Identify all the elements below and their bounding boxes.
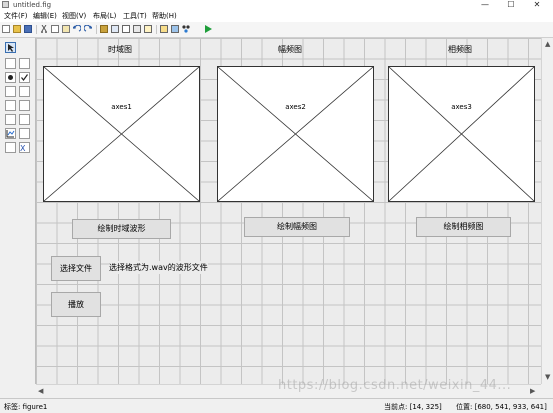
redo-icon[interactable] — [83, 24, 94, 33]
menu-edit[interactable]: 编辑(E) — [33, 11, 57, 21]
activex-tool-icon[interactable]: X — [19, 142, 30, 153]
button-group-tool-icon[interactable] — [5, 142, 16, 153]
menu-bar: 文件(F) 编辑(E) 视图(V) 布局(L) 工具(T) 帮助(H) — [0, 10, 553, 22]
menu-help[interactable]: 帮助(H) — [152, 11, 177, 21]
toolbar — [0, 22, 553, 38]
axes3-cross — [389, 67, 534, 201]
listbox-tool-icon[interactable] — [19, 100, 30, 111]
select-tool-icon[interactable] — [5, 42, 16, 53]
toolbar-separator — [156, 25, 157, 34]
amplitude-title: 幅频图 — [278, 45, 302, 54]
edit-text-tool-icon[interactable] — [5, 86, 16, 97]
popup-menu-tool-icon[interactable] — [5, 100, 16, 111]
axes2-placeholder[interactable]: axes2 — [217, 66, 374, 202]
axes1-tag: axes1 — [111, 103, 132, 111]
watermark-text: https://blog.csdn.net/weixin_44... — [278, 378, 512, 393]
scroll-right-icon[interactable]: ▶ — [530, 387, 535, 395]
editor-icon[interactable] — [144, 25, 152, 33]
phase-title: 相频图 — [448, 45, 472, 54]
scroll-down-icon[interactable]: ▼ — [545, 373, 550, 381]
axes1-cross — [44, 67, 199, 201]
toolbar-editor-icon[interactable] — [133, 25, 141, 33]
open-folder-icon[interactable] — [13, 25, 21, 33]
plot-time-button[interactable]: 绘制时域波形 — [72, 219, 171, 239]
maximize-button[interactable]: ☐ — [498, 0, 524, 10]
new-file-icon[interactable] — [2, 25, 10, 33]
app-icon — [2, 1, 9, 8]
copy-icon[interactable] — [51, 25, 59, 33]
play-button[interactable]: 播放 — [51, 292, 101, 317]
status-bar: 标签: figure1 当前点: [14, 325] 位置: [680, 541… — [0, 398, 553, 413]
menu-layout[interactable]: 布局(L) — [93, 11, 116, 21]
menu-view[interactable]: 视图(V) — [62, 11, 86, 21]
minimize-button[interactable]: — — [472, 0, 498, 10]
paste-icon[interactable] — [62, 25, 70, 33]
toolbar-separator — [96, 25, 97, 34]
axes-tool-icon[interactable] — [5, 128, 16, 139]
axes3-tag: axes3 — [451, 103, 472, 111]
scroll-up-icon[interactable]: ▲ — [545, 40, 550, 48]
panel-tool-icon[interactable] — [19, 128, 30, 139]
time-domain-title: 时域图 — [108, 45, 132, 54]
table-tool-icon[interactable] — [19, 114, 30, 125]
menu-editor-icon[interactable] — [111, 25, 119, 33]
pushbutton-tool-icon[interactable] — [5, 58, 16, 69]
close-button[interactable]: ✕ — [524, 0, 550, 10]
cut-icon[interactable] — [40, 24, 48, 33]
svg-text:X: X — [20, 144, 26, 152]
toggle-button-tool-icon[interactable] — [5, 114, 16, 125]
component-palette: X — [0, 38, 36, 384]
save-icon[interactable] — [24, 25, 32, 33]
checkbox-tool-icon[interactable] — [19, 72, 30, 83]
axes2-tag: axes2 — [285, 103, 306, 111]
menu-tools[interactable]: 工具(T) — [123, 11, 147, 21]
status-current-point: 当前点: [14, 325] — [384, 403, 442, 411]
run-icon[interactable] — [204, 25, 212, 33]
plot-amplitude-button[interactable]: 绘制幅频图 — [244, 217, 350, 237]
layout-canvas[interactable]: 时域图 幅频图 相频图 axes1 axes2 axes3 绘制时域波形 绘制幅… — [36, 38, 541, 384]
undo-icon[interactable] — [71, 24, 82, 33]
window-title: untitled.fig — [13, 1, 52, 9]
vertical-scrollbar[interactable]: ▲ ▼ — [541, 38, 553, 384]
tab-order-icon[interactable] — [122, 25, 130, 33]
status-tag: 标签: figure1 — [4, 403, 48, 411]
object-browser-icon[interactable] — [171, 25, 179, 33]
static-text-tool-icon[interactable] — [19, 86, 30, 97]
component-icon[interactable] — [182, 25, 190, 33]
plot-phase-button[interactable]: 绘制相频图 — [416, 217, 511, 237]
menu-file[interactable]: 文件(F) — [4, 11, 28, 21]
property-inspector-icon[interactable] — [160, 25, 168, 33]
scroll-left-icon[interactable]: ◀ — [38, 387, 43, 395]
status-position: 位置: [680, 541, 933, 641] — [456, 403, 547, 411]
radiobutton-tool-icon[interactable] — [5, 72, 16, 83]
select-file-button[interactable]: 选择文件 — [51, 256, 101, 281]
file-hint-text: 选择格式为.wav的波形文件 — [109, 261, 208, 274]
axes2-cross — [218, 67, 373, 201]
toolbar-separator — [36, 25, 37, 34]
align-objects-icon[interactable] — [100, 25, 108, 33]
axes1-placeholder[interactable]: axes1 — [43, 66, 200, 202]
slider-tool-icon[interactable] — [19, 58, 30, 69]
axes3-placeholder[interactable]: axes3 — [388, 66, 535, 202]
